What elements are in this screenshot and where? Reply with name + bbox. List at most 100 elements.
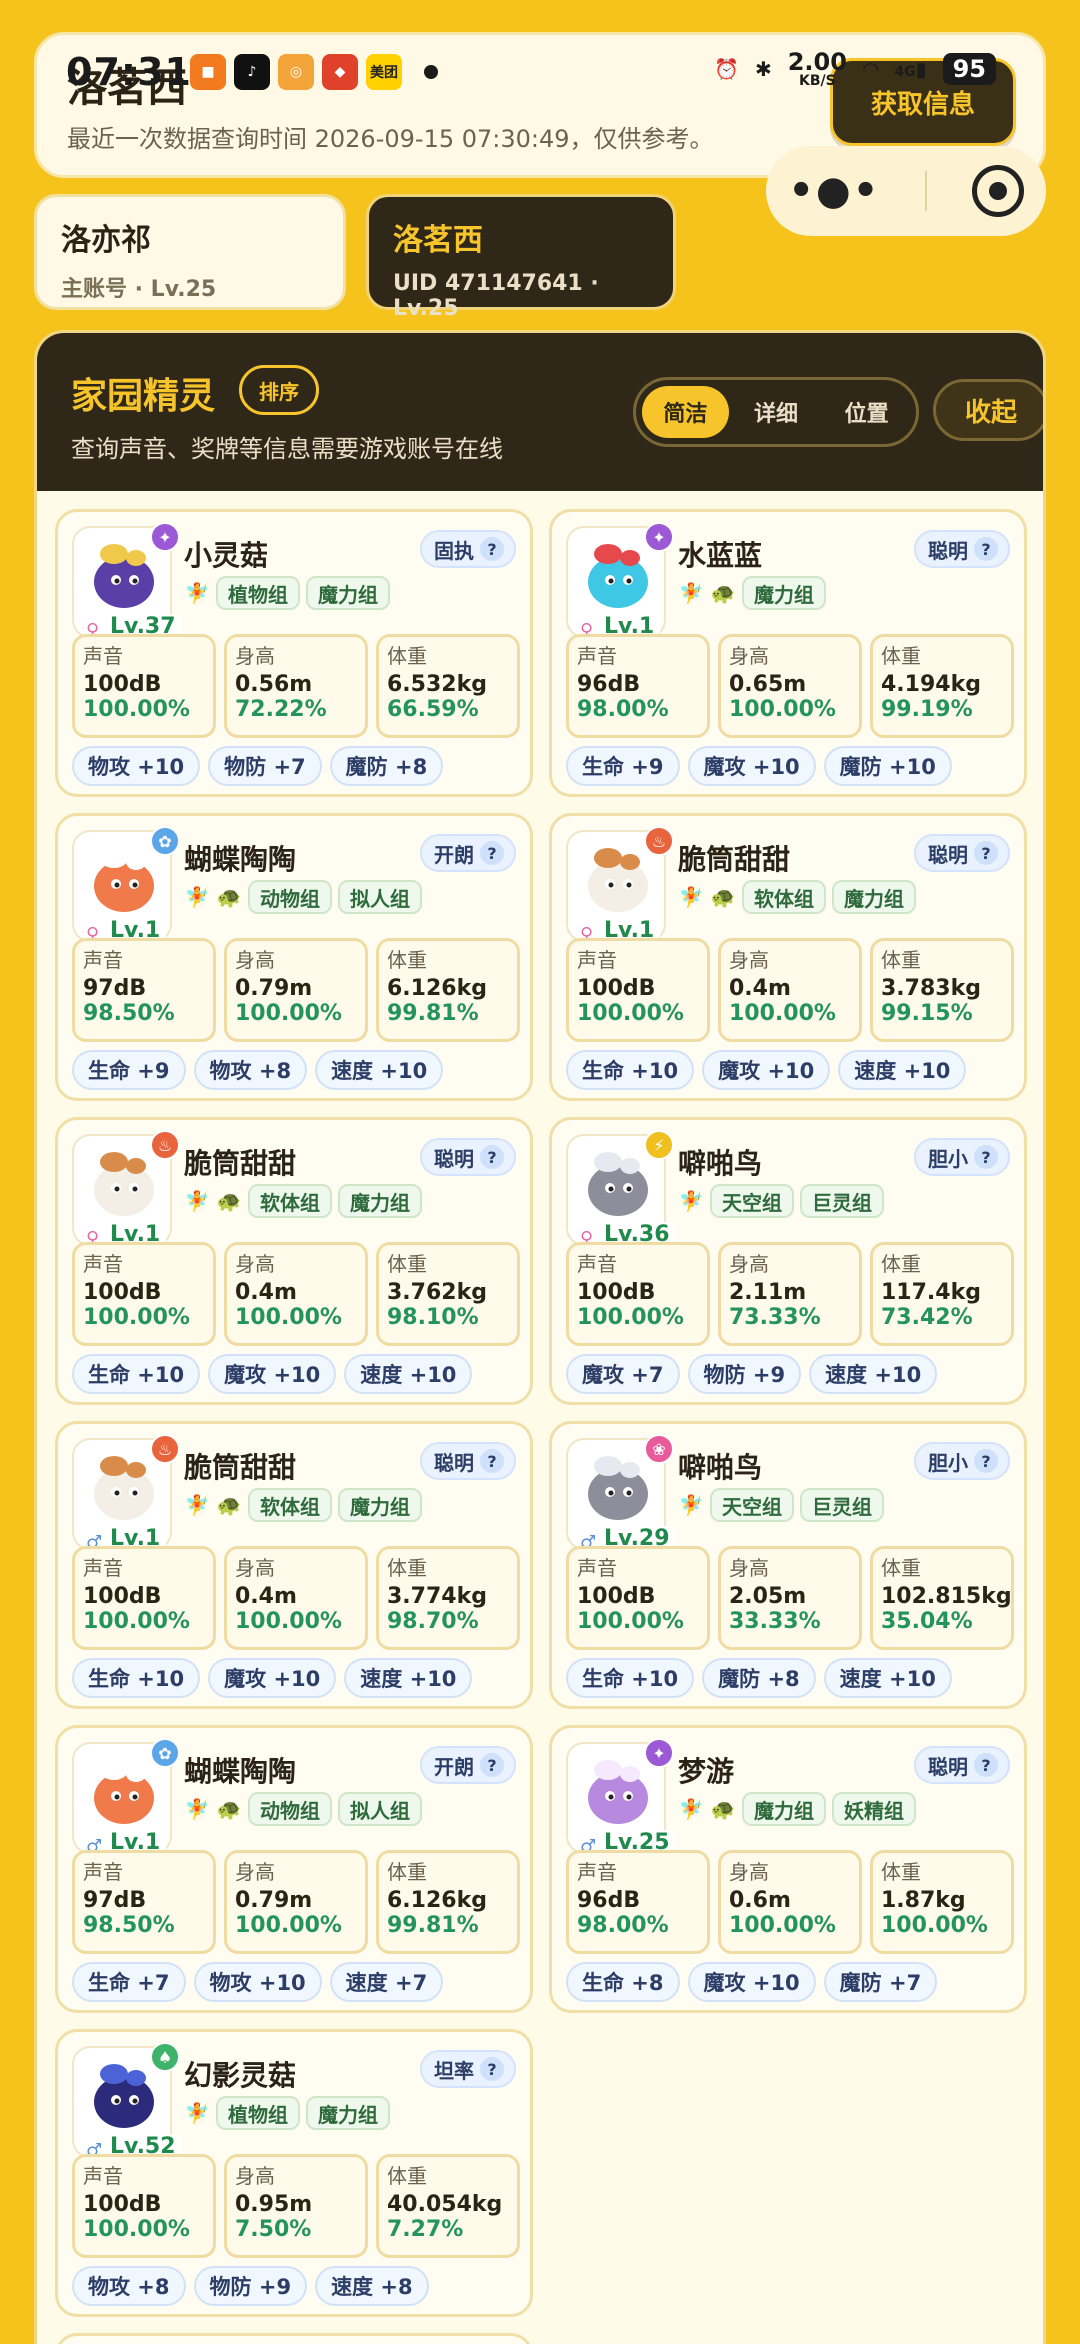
stat-percent: 100.00% [83,1609,190,1635]
element-icon: ✦ [150,522,180,552]
home-spirits-panel: 家园精灵 排序 查询声音、奖牌等信息需要游戏账号在线 简洁 详细 位置 收起 ✦… [34,330,1046,2344]
nature-badge[interactable]: 聪明? [420,1138,516,1176]
nature-badge[interactable]: 胆小? [914,1138,1010,1176]
stat-sound: 声音 97dB 98.50% [72,938,216,1042]
help-icon[interactable]: ? [974,1145,998,1169]
stat-percent: 98.00% [577,1913,669,1939]
help-icon[interactable]: ? [480,841,504,865]
stat-sound: 声音 96dB 98.00% [566,634,710,738]
nature-badge[interactable]: 坦率? [420,2050,516,2088]
account-tab-main[interactable]: 洛亦祁 主账号 · Lv.25 [34,194,346,310]
segment-location[interactable]: 位置 [823,386,910,438]
nature-badge[interactable]: 聪明? [914,1746,1010,1784]
bonus-chip: 生命 +10 [566,1050,695,1090]
stat-row: 声音 100dB 100.00% 身高 0.4m 100.00% 体重 3.762kg 98.1… [72,1242,520,1346]
help-icon[interactable]: ? [974,841,998,865]
bonus-row: 物攻 +10 物防 +7 魔防 +8 [72,746,444,786]
help-icon[interactable]: ? [974,537,998,561]
spirit-card[interactable]: ⚡ ♀ Lv.36 噼啪鸟 胆小? 🧚 天空组 巨灵组 声音 100dB 100.00% 身高 2.11… [549,1117,1027,1405]
spirit-card[interactable]: ✦ ♀ Lv.37 小灵菇 固执? 🧚 植物组 魔力组 声音 100dB 100.00% 身高 0.56… [55,509,533,797]
element-icon: ⚡ [644,1130,674,1160]
stat-label: 声音 [83,644,123,668]
stat-percent: 100.00% [729,1913,836,1939]
group-tag: 魔力组 [338,1184,422,1218]
group-tags: 🧚 植物组 魔力组 [184,576,390,610]
more-options-icon[interactable]: •●• [788,168,880,214]
spirit-name: 脆筒甜甜 [184,1147,297,1180]
fetch-info-button[interactable]: 获取信息 [830,58,1016,146]
help-icon[interactable]: ? [480,1449,504,1473]
element-icon: ✦ [644,522,674,552]
stat-value: 96dB [577,1888,641,1913]
spirit-card[interactable]: ✦ ♀ Lv.1 水蓝蓝 聪明? 🧚 🐢 魔力组 声音 96dB 98.00% 身高 0.65m 100.… [549,509,1027,797]
stat-weight: 体重 4.194kg 99.19% [870,634,1014,738]
account-sub: 主账号 · Lv.25 [61,277,217,302]
stat-height: 身高 0.79m 100.00% [224,938,368,1042]
spirit-card[interactable]: ♨ ♀ Lv.1 脆筒甜甜 聪明? 🧚 🐢 软体组 魔力组 声音 100dB 100.00% 身高 0.4… [55,1117,533,1405]
group-tag: 软体组 [248,1184,332,1218]
bonus-chip: 速度 +10 [809,1354,938,1394]
stat-weight: 体重 6.126kg 99.81% [376,938,520,1042]
spirit-card[interactable]: ♨ ♂ Lv.1 脆筒甜甜 聪明? 🧚 🐢 软体组 魔力组 声音 100dB 100.00% 身高 0.4… [55,1421,533,1709]
help-icon[interactable]: ? [480,1753,504,1777]
spirit-avatar: ✦ ♀ Lv.37 [72,522,182,641]
stat-value: 100dB [83,2192,162,2217]
nature-badge[interactable]: 开朗? [420,834,516,872]
bonus-chip: 物防 +9 [193,2266,308,2306]
spirit-card[interactable]: ✦ ♂ Lv.25 梦游 聪明? 🧚 🐢 魔力组 妖精组 声音 96dB 98.00% 身高 0.6m 10… [549,1725,1027,2013]
nature-badge[interactable]: 固执? [420,530,516,568]
spirit-card[interactable]: ♠ ♂ Lv.52 幻影灵菇 坦率? 🧚 植物组 魔力组 声音 100dB 100.00% 身高 0.9… [55,2029,533,2317]
help-icon[interactable]: ? [974,1449,998,1473]
sort-button[interactable]: 排序 [239,365,319,415]
help-icon[interactable]: ? [480,1145,504,1169]
nature-badge[interactable]: 聪明? [914,530,1010,568]
stat-label: 体重 [881,1860,921,1884]
nature-badge[interactable]: 聪明? [914,834,1010,872]
spirit-card[interactable]: ❀ ♂ Lv.29 噼啪鸟 胆小? 🧚 天空组 巨灵组 声音 100dB 100.00% 身高 2.05… [549,1421,1027,1709]
stat-row: 声音 100dB 100.00% 身高 0.95m 7.50% 体重 40.054kg 7.27… [72,2154,520,2258]
nature-badge[interactable]: 聪明? [420,1442,516,1480]
stat-weight: 体重 3.774kg 98.70% [376,1546,520,1650]
help-icon[interactable]: ? [480,2057,504,2081]
stat-height: 身高 0.56m 72.22% [224,634,368,738]
spirit-card[interactable]: ✿ ♂ Lv.1 蝴蝶陶陶 开朗? 🧚 🐢 动物组 拟人组 声音 97dB 98.50% 身高 0.79m… [55,1725,533,2013]
spirit-card[interactable]: ✿ ♀ Lv.1 蝴蝶陶陶 开朗? 🧚 🐢 动物组 拟人组 声音 97dB 98.50% 身高 0.79m… [55,813,533,1101]
stat-label: 声音 [577,948,617,972]
stat-value: 6.126kg [387,976,487,1001]
stat-label: 声音 [577,1860,617,1884]
nature-badge[interactable]: 开朗? [420,1746,516,1784]
stat-weight: 体重 3.762kg 98.10% [376,1242,520,1346]
stat-label: 声音 [83,2164,123,2188]
stat-value: 100dB [577,1280,656,1305]
stat-percent: 100.00% [577,1001,684,1027]
help-icon[interactable]: ? [974,1753,998,1777]
stat-value: 0.65m [729,672,807,697]
close-miniprogram-icon[interactable] [971,165,1024,217]
group-tags: 🧚 🐢 魔力组 [678,576,826,610]
stat-value: 0.4m [235,1584,297,1609]
fairy-icon: 🧚 [184,885,210,909]
help-icon[interactable]: ? [480,537,504,561]
spirit-card[interactable]: ♨ ♀ Lv.1 脆筒甜甜 聪明? 🧚 🐢 软体组 魔力组 声音 100dB 100.00% 身高 0.4… [549,813,1027,1101]
stat-value: 117.4kg [881,1280,981,1305]
bonus-chip: 魔攻 +10 [208,1658,337,1698]
fairy-icon: 🧚 [184,1189,210,1213]
stat-percent: 72.22% [235,697,327,723]
bonus-chip: 生命 +9 [72,1050,186,1090]
stat-value: 102.815kg [881,1584,1012,1609]
stat-percent: 100.00% [235,1001,342,1027]
stat-sound: 声音 100dB 100.00% [72,634,216,738]
group-tag: 动物组 [248,880,332,914]
collapse-button[interactable]: 收起 [933,379,1043,441]
group-tag: 软体组 [742,880,826,914]
stat-row: 声音 96dB 98.00% 身高 0.6m 100.00% 体重 1.87kg 100.00% [566,1850,1014,1954]
nature-badge[interactable]: 胆小? [914,1442,1010,1480]
segment-detail[interactable]: 详细 [733,386,820,438]
stat-percent: 100.00% [83,1305,190,1331]
stat-percent: 100.00% [729,1001,836,1027]
stat-row: 声音 100dB 100.00% 身高 0.4m 100.00% 体重 3.783kg 99.1… [566,938,1014,1042]
segment-simple[interactable]: 简洁 [642,386,729,438]
stat-label: 身高 [729,1860,769,1884]
account-tab-active[interactable]: 洛茗西 UID 471147641 · Lv.25 [366,194,676,321]
stat-weight: 体重 117.4kg 73.42% [870,1242,1014,1346]
